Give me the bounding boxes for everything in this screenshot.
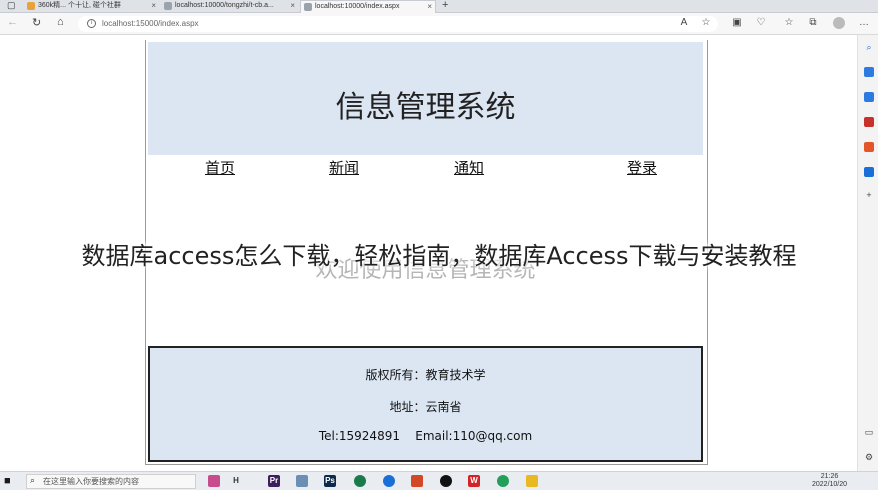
address-bar-row: ← ↻ ⌂ i localhost:15000/index.aspx A ☆ ▣… (0, 13, 878, 35)
search-icon[interactable]: ⌕ (864, 42, 874, 52)
taskbar: ■ ⌕ 在这里输入你要搜索的内容 H Pr Ps W 21:26 2022/10… (0, 471, 878, 490)
browser-tab-2[interactable]: localhost:10000/tongzhi/t-cb.a... × (161, 0, 298, 13)
photoshop-icon[interactable]: Ps (324, 475, 336, 487)
footer-contact: Tel:15924891 Email:110@qq.com (318, 429, 533, 443)
browser-tab-3-active[interactable]: localhost:10000/index.aspx × (300, 0, 436, 13)
home-icon[interactable]: ⌂ (57, 16, 64, 28)
url-text: localhost:15000/index.aspx (102, 19, 199, 28)
new-tab-button[interactable]: + (442, 0, 448, 11)
tab-favicon-icon (304, 3, 312, 11)
tab-label: 360k精... 个十让, 碰个社群 (38, 2, 121, 9)
start-icon[interactable]: ■ (4, 475, 11, 487)
tools-icon[interactable] (864, 92, 874, 102)
edge-icon[interactable] (383, 475, 395, 487)
page-header: 信息管理系统 (148, 42, 703, 155)
taskbar-app-icon[interactable] (296, 475, 308, 487)
premiere-icon[interactable]: Pr (268, 475, 280, 487)
nav-link-news[interactable]: 新闻 (329, 157, 359, 178)
refresh-icon[interactable]: ↻ (32, 16, 41, 29)
tab-actions-icon[interactable]: ▢ (7, 0, 16, 11)
taskbar-app-icon[interactable] (497, 475, 509, 487)
overlay-caption: 数据库access怎么下载，轻松指南，数据库Access下载与安装教程 (81, 242, 797, 270)
favorites-icon[interactable]: ☆ (783, 17, 795, 29)
qq-icon[interactable] (440, 475, 452, 487)
tab-favicon-icon (27, 2, 35, 10)
footer-address: 地址：云南省 (389, 400, 462, 414)
browser-essentials-icon[interactable]: ♡ (755, 17, 767, 29)
shopping-icon[interactable] (864, 67, 874, 77)
taskbar-search-input[interactable]: ⌕ 在这里输入你要搜索的内容 (26, 474, 196, 489)
tray-date: 2022/10/20 (812, 481, 848, 488)
footer-copyright: 版权所有：教育技术学 (365, 368, 486, 382)
close-tab-icon[interactable]: × (151, 0, 156, 12)
read-aloud-icon[interactable]: A (678, 17, 690, 29)
extension-icon[interactable]: ▣ (731, 17, 743, 29)
back-icon[interactable]: ← (7, 16, 18, 28)
page-title: 信息管理系统 (335, 90, 516, 125)
nav-link-home[interactable]: 首页 (205, 157, 235, 178)
site-info-icon[interactable]: i (87, 19, 96, 28)
tab-label: localhost:10000/tongzhi/t-cb.a... (175, 2, 274, 9)
file-explorer-icon[interactable] (526, 475, 538, 487)
taskbar-search-placeholder: 在这里输入你要搜索的内容 (43, 477, 139, 486)
tray-clock[interactable]: 21:26 2022/10/20 (812, 473, 847, 489)
tab-label: localhost:10000/index.aspx (315, 3, 400, 10)
sidebar-layout-icon[interactable]: ▭ (864, 427, 874, 437)
office-icon[interactable] (864, 142, 874, 152)
browser-tab-1[interactable]: 360k精... 个十让, 碰个社群 × (24, 0, 159, 13)
collections-icon[interactable]: ⧉ (807, 17, 819, 29)
taskbar-app-icon[interactable] (354, 475, 366, 487)
close-tab-icon[interactable]: × (427, 1, 432, 13)
tray-time: 21:26 (820, 473, 839, 480)
add-sidebar-app-icon[interactable]: + (864, 190, 874, 200)
favorite-add-icon[interactable]: ☆ (700, 17, 712, 29)
outlook-icon[interactable] (864, 167, 874, 177)
browser-tab-bar: 360k精... 个十让, 碰个社群 × localhost:10000/ton… (0, 0, 878, 13)
powerpoint-icon[interactable] (411, 475, 423, 487)
search-icon: ⌕ (30, 475, 36, 485)
taskbar-app-icon[interactable] (208, 475, 220, 487)
profile-avatar[interactable] (833, 17, 845, 29)
url-field[interactable]: i localhost:15000/index.aspx (78, 16, 718, 32)
more-menu-icon[interactable]: … (858, 17, 870, 29)
close-tab-icon[interactable]: × (290, 0, 295, 12)
page-footer: 版权所有：教育技术学 地址：云南省 Tel:15924891 Email:110… (148, 346, 703, 462)
nav-link-login[interactable]: 登录 (627, 157, 657, 178)
games-icon[interactable] (864, 117, 874, 127)
wps-icon[interactable]: W (468, 475, 480, 487)
tab-favicon-icon (164, 2, 172, 10)
taskbar-app-icon[interactable]: H (230, 475, 242, 487)
nav-link-notice[interactable]: 通知 (454, 157, 484, 178)
sidebar-settings-icon[interactable]: ⚙ (864, 452, 874, 462)
